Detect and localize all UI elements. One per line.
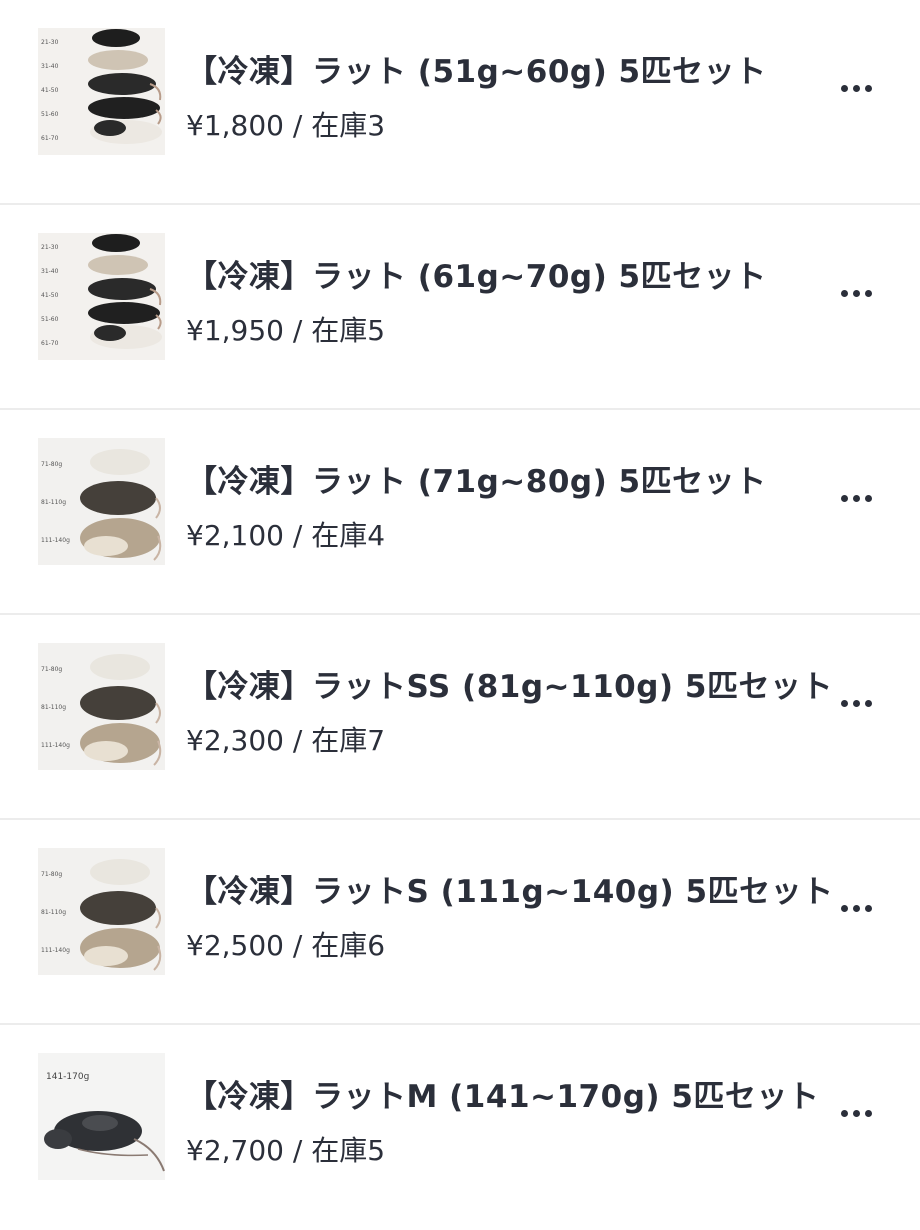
more-horizontal-icon[interactable] (834, 681, 878, 725)
thumb-label: 41-50 (41, 87, 59, 94)
thumb-label: 141-170g (46, 1072, 89, 1082)
meta-separator: / (283, 1134, 312, 1167)
list-item[interactable]: 141-170g 【冷凍】ラットM (141~170g) 5匹セット ¥2,70… (0, 1025, 920, 1230)
more-horizontal-icon[interactable] (834, 476, 878, 520)
thumb-label: 111-140g (41, 947, 70, 954)
meta-separator: / (283, 109, 312, 142)
product-thumbnail: 141-170g (38, 1053, 165, 1180)
product-list: 21-30 31-40 41-50 51-60 61-70 【冷凍】ラット (5… (0, 0, 920, 1200)
product-meta: ¥2,300 / 在庫7 (186, 719, 385, 759)
thumb-label: 51-60 (41, 111, 59, 118)
thumb-label: 71-80g (41, 871, 62, 878)
product-stock: 在庫5 (311, 314, 386, 347)
list-item[interactable]: 71-80g 81-110g 111-140g 【冷凍】ラットS (111g~1… (0, 820, 920, 1025)
product-title[interactable]: 【冷凍】ラットS (111g~140g) 5匹セット (186, 866, 834, 911)
product-stock: 在庫3 (311, 109, 386, 142)
product-title[interactable]: 【冷凍】ラット (51g~60g) 5匹セット (186, 46, 767, 91)
more-horizontal-icon[interactable] (834, 271, 878, 315)
product-title[interactable]: 【冷凍】ラットM (141~170g) 5匹セット (186, 1071, 819, 1116)
more-horizontal-icon[interactable] (834, 886, 878, 930)
product-price: ¥2,300 (186, 724, 284, 757)
product-thumbnail: 71-80g 81-110g 111-140g (38, 848, 165, 975)
thumb-label: 51-60 (41, 316, 59, 323)
product-price: ¥2,100 (186, 519, 284, 552)
thumb-label: 61-70 (41, 135, 59, 142)
thumb-label: 31-40 (41, 268, 59, 275)
more-horizontal-icon[interactable] (834, 1091, 878, 1135)
meta-separator: / (283, 929, 312, 962)
product-thumbnail: 71-80g 81-110g 111-140g (38, 438, 165, 565)
product-title[interactable]: 【冷凍】ラットSS (81g~110g) 5匹セット (186, 661, 833, 706)
list-item[interactable]: 21-30 31-40 41-50 51-60 61-70 【冷凍】ラット (6… (0, 205, 920, 410)
thumb-label: 21-30 (41, 244, 59, 251)
thumb-label: 81-110g (41, 909, 66, 916)
thumb-label: 111-140g (41, 537, 70, 544)
product-stock: 在庫7 (311, 724, 386, 757)
thumb-label: 81-110g (41, 499, 66, 506)
product-price: ¥1,950 (186, 314, 284, 347)
meta-separator: / (283, 314, 312, 347)
product-price: ¥2,700 (186, 1134, 284, 1167)
product-title[interactable]: 【冷凍】ラット (71g~80g) 5匹セット (186, 456, 767, 501)
thumb-label: 61-70 (41, 340, 59, 347)
product-thumbnail: 21-30 31-40 41-50 51-60 61-70 (38, 28, 165, 155)
product-price: ¥2,500 (186, 929, 284, 962)
thumb-label: 71-80g (41, 461, 62, 468)
thumb-label: 71-80g (41, 666, 62, 673)
product-meta: ¥2,100 / 在庫4 (186, 514, 385, 554)
thumb-label: 31-40 (41, 63, 59, 70)
meta-separator: / (283, 724, 312, 757)
product-meta: ¥1,950 / 在庫5 (186, 309, 385, 349)
meta-separator: / (283, 519, 312, 552)
product-stock: 在庫4 (311, 519, 386, 552)
thumb-label: 111-140g (41, 742, 70, 749)
product-meta: ¥2,700 / 在庫5 (186, 1129, 385, 1169)
list-item[interactable]: 71-80g 81-110g 111-140g 【冷凍】ラットSS (81g~1… (0, 615, 920, 820)
thumb-label: 21-30 (41, 39, 59, 46)
product-title[interactable]: 【冷凍】ラット (61g~70g) 5匹セット (186, 251, 767, 296)
product-stock: 在庫5 (311, 1134, 386, 1167)
list-item[interactable]: 71-80g 81-110g 111-140g 【冷凍】ラット (71g~80g… (0, 410, 920, 615)
list-item[interactable]: 21-30 31-40 41-50 51-60 61-70 【冷凍】ラット (5… (0, 0, 920, 205)
thumb-label: 81-110g (41, 704, 66, 711)
product-thumbnail: 71-80g 81-110g 111-140g (38, 643, 165, 770)
product-stock: 在庫6 (311, 929, 386, 962)
more-horizontal-icon[interactable] (834, 66, 878, 110)
product-price: ¥1,800 (186, 109, 284, 142)
thumb-label: 41-50 (41, 292, 59, 299)
product-thumbnail: 21-30 31-40 41-50 51-60 61-70 (38, 233, 165, 360)
product-meta: ¥1,800 / 在庫3 (186, 104, 385, 144)
product-meta: ¥2,500 / 在庫6 (186, 924, 385, 964)
